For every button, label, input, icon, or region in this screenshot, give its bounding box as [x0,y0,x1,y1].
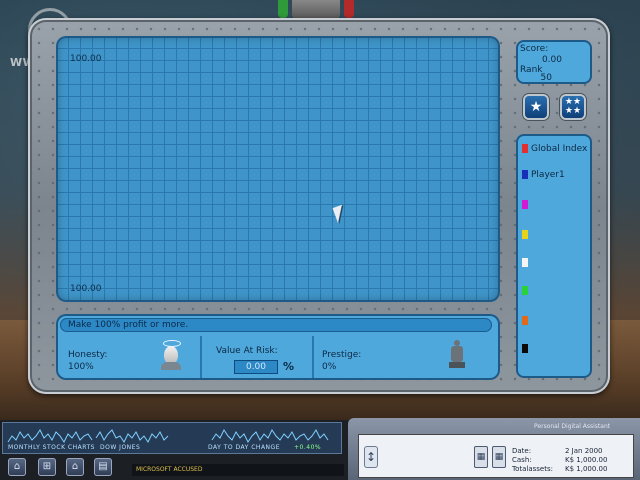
honesty-label: Honesty: [68,350,108,360]
statue-icon [447,340,467,370]
legend-item[interactable] [522,258,531,268]
graph-top-value: 100.00 [70,54,102,64]
legend-item[interactable]: Global Index [522,144,587,154]
yellow-swatch [522,230,528,239]
pda-title: Personal Digital Assistant [534,423,611,430]
value-at-risk-unit: % [283,360,295,373]
total-assets-value: K$ 1,000.00 [565,465,608,473]
graph-legend: Global Index Player1 [516,134,592,378]
home-icon[interactable]: ⌂ [8,458,26,476]
value-at-risk-input[interactable]: 0.00 [234,360,278,374]
divider [312,336,314,378]
divider [200,336,202,378]
green-cable [278,0,288,18]
honesty-value: 100% [68,362,94,372]
day-change-value: +0.40% [294,444,322,451]
statue-pedestal [449,362,465,368]
day-change-label: DAY TO DAY CHANGE [208,444,280,451]
rank-label: Rank [520,65,543,75]
rank-value: 50 [540,73,552,83]
expand-arrows-icon[interactable]: ↕ [364,446,378,468]
cash-label: Cash: [512,456,532,464]
stock-graph-area [56,36,500,302]
prestige-label: Prestige: [322,350,362,360]
stars-icon[interactable]: ★★ ★★ [562,96,584,118]
legend-item[interactable] [522,230,531,240]
legend-item[interactable] [522,316,531,326]
prestige-value: 0% [322,362,337,372]
angel-face-icon [160,340,182,370]
legend-item[interactable] [522,344,531,354]
date-value: 2 Jan 2000 [565,447,603,455]
green-swatch [522,286,528,295]
magenta-swatch [522,200,528,209]
legend-item[interactable]: Player1 [522,170,565,180]
network-icon[interactable]: ⊞ [38,458,56,476]
date-label: Date: [512,447,532,455]
blue-swatch [522,170,528,179]
cable-clamp [292,0,340,20]
red-cable [344,0,354,18]
cash-value: K$ 1,000.00 [565,456,608,464]
monthly-charts-label: MONTHLY STOCK CHARTS [8,444,95,451]
shoulders-icon [161,362,181,370]
score-panel: Score: 0.00 Rank 50 [516,40,592,84]
news-ticker: MICROSOFT ACCUSED [132,464,344,476]
house-icon[interactable]: ⌂ [66,458,84,476]
document-icon[interactable]: ▤ [94,458,112,476]
dow-jones-label: DOW JONES [100,444,141,451]
value-at-risk-label: Value At Risk: [216,346,278,356]
statue-body [451,346,463,362]
legend-label: Global Index [531,144,588,154]
pda-device-icon[interactable]: ▦ [474,446,488,468]
total-assets-label: Totalassets: [512,465,553,473]
orange-swatch [522,316,528,325]
legend-item[interactable] [522,200,531,210]
score-value: 0.00 [541,55,562,65]
pda-device-icon[interactable]: ▦ [492,446,506,468]
legend-item[interactable] [522,286,531,296]
red-swatch [522,144,528,153]
white-swatch [522,258,528,267]
graph-bottom-value: 100.00 [70,284,102,294]
black-swatch [522,344,528,353]
objective-bar: Make 100% profit or more. [60,318,492,332]
score-label: Score: [520,44,549,54]
legend-label: Player1 [531,170,565,180]
star-icon[interactable]: ★ [525,96,547,118]
